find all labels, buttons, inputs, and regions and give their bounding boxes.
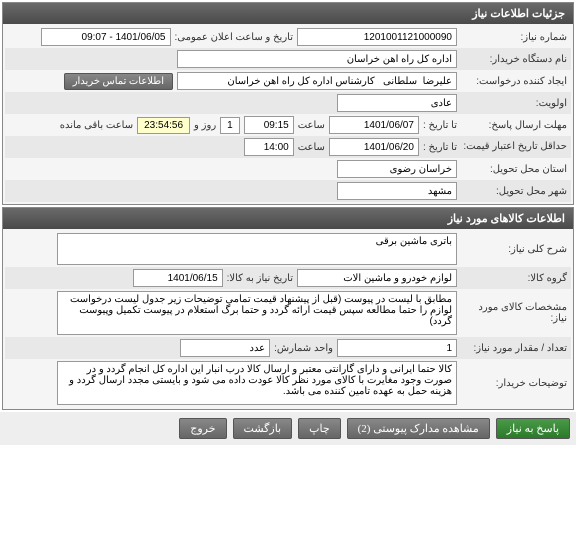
priority-label: اولویت: (457, 98, 567, 109)
announce-dt-input[interactable] (41, 28, 171, 46)
requester-label: ایجاد کننده درخواست: (457, 76, 567, 87)
province-input[interactable] (337, 160, 457, 178)
row-validity: حداقل تاریخ اعتبار قیمت: تا تاریخ : ساعت (5, 136, 571, 158)
back-button[interactable]: بازگشت (233, 418, 293, 439)
group-label: گروه کالا: (457, 273, 567, 284)
spec-label: مشخصات کالای مورد نیاز: (457, 302, 567, 324)
group-value-cell: تاریخ نیاز به کالا: (9, 269, 457, 287)
remaining-label: ساعت باقی مانده (60, 120, 133, 131)
row-reply-deadline: مهلت ارسال پاسخ: تا تاریخ : ساعت 1 روز و… (5, 114, 571, 136)
row-priority: اولویت: (5, 92, 571, 114)
validity-label: حداقل تاریخ اعتبار قیمت: (457, 141, 567, 153)
reply-button[interactable]: پاسخ به نیاز (496, 418, 570, 439)
days-label: روز و (194, 120, 216, 131)
validity-date-input[interactable] (329, 138, 419, 156)
qty-label: تعداد / مقدار مورد نیاز: (457, 343, 567, 354)
group-input[interactable] (297, 269, 457, 287)
need-details-panel: جزئیات اطلاعات نیاز شماره نیاز: تاریخ و … (2, 2, 574, 205)
goods-panel: اطلاعات کالاهای مورد نیاز شرح کلی نیاز: … (2, 207, 574, 410)
need-details-header: جزئیات اطلاعات نیاز (3, 3, 573, 24)
goods-header: اطلاعات کالاهای مورد نیاز (3, 208, 573, 229)
print-button[interactable]: چاپ (298, 418, 341, 439)
need-no-label: شماره نیاز: (457, 32, 567, 43)
row-qty: تعداد / مقدار مورد نیاز: واحد شمارش: (5, 337, 571, 359)
row-need-no: شماره نیاز: تاریخ و ساعت اعلان عمومی: (5, 26, 571, 48)
validity-to-date-label: تا تاریخ : (423, 142, 457, 153)
row-desc: شرح کلی نیاز: (5, 231, 571, 267)
goods-body: شرح کلی نیاز: گروه کالا: تاریخ نیاز به ک… (3, 229, 573, 409)
to-date-label: تا تاریخ : (423, 120, 457, 131)
need-date-input[interactable] (133, 269, 223, 287)
desc-label: شرح کلی نیاز: (457, 244, 567, 255)
need-date-label: تاریخ نیاز به کالا: (227, 273, 293, 284)
city-value-cell (9, 182, 457, 200)
attachments-button[interactable]: مشاهده مدارک پیوستی (2) (347, 418, 490, 439)
buyer-notes-label: توضیحات خریدار: (457, 378, 567, 389)
qty-value-cell: واحد شمارش: (9, 339, 457, 357)
validity-time-label: ساعت (298, 142, 325, 153)
buyer-value-cell (9, 50, 457, 68)
days-remaining: 1 (220, 117, 240, 134)
desc-value-cell (9, 233, 457, 265)
requester-value-cell: اطلاعات تماس خریدار (9, 72, 457, 90)
buyer-contact-button[interactable]: اطلاعات تماس خریدار (64, 73, 173, 90)
buyer-notes-value-cell (9, 361, 457, 405)
row-buyer: نام دستگاه خریدار: (5, 48, 571, 70)
validity-time-input[interactable] (244, 138, 294, 156)
city-input[interactable] (337, 182, 457, 200)
row-spec: مشخصات کالای مورد نیاز: (5, 289, 571, 337)
time-remaining-box: 23:54:56 (137, 117, 190, 134)
desc-textarea[interactable] (57, 233, 457, 265)
footer-bar: پاسخ به نیاز مشاهده مدارک پیوستی (2) چاپ… (0, 412, 576, 445)
priority-input[interactable] (337, 94, 457, 112)
unit-input[interactable] (180, 339, 270, 357)
row-province: استان محل تحویل: (5, 158, 571, 180)
need-no-input[interactable] (297, 28, 457, 46)
buyer-notes-textarea[interactable] (57, 361, 457, 405)
qty-input[interactable] (337, 339, 457, 357)
buyer-input[interactable] (177, 50, 457, 68)
province-value-cell (9, 160, 457, 178)
need-no-value-cell: تاریخ و ساعت اعلان عمومی: (9, 28, 457, 46)
requester-input[interactable] (177, 72, 457, 90)
unit-label: واحد شمارش: (274, 343, 333, 354)
reply-date-input[interactable] (329, 116, 419, 134)
row-group: گروه کالا: تاریخ نیاز به کالا: (5, 267, 571, 289)
city-label: شهر محل تحویل: (457, 186, 567, 197)
buyer-label: نام دستگاه خریدار: (457, 54, 567, 65)
announce-dt-label: تاریخ و ساعت اعلان عمومی: (175, 32, 294, 43)
row-buyer-notes: توضیحات خریدار: (5, 359, 571, 407)
exit-button[interactable]: خروج (179, 418, 226, 439)
reply-time-input[interactable] (244, 116, 294, 134)
reply-time-label: ساعت (298, 120, 325, 131)
reply-deadline-label: مهلت ارسال پاسخ: (457, 120, 567, 131)
spec-value-cell (9, 291, 457, 335)
need-details-body: شماره نیاز: تاریخ و ساعت اعلان عمومی: نا… (3, 24, 573, 204)
province-label: استان محل تحویل: (457, 164, 567, 175)
validity-value-cell: تا تاریخ : ساعت (9, 138, 457, 156)
row-requester: ایجاد کننده درخواست: اطلاعات تماس خریدار (5, 70, 571, 92)
priority-value-cell (9, 94, 457, 112)
reply-deadline-value-cell: تا تاریخ : ساعت 1 روز و 23:54:56 ساعت با… (9, 116, 457, 134)
spec-textarea[interactable] (57, 291, 457, 335)
row-city: شهر محل تحویل: (5, 180, 571, 202)
